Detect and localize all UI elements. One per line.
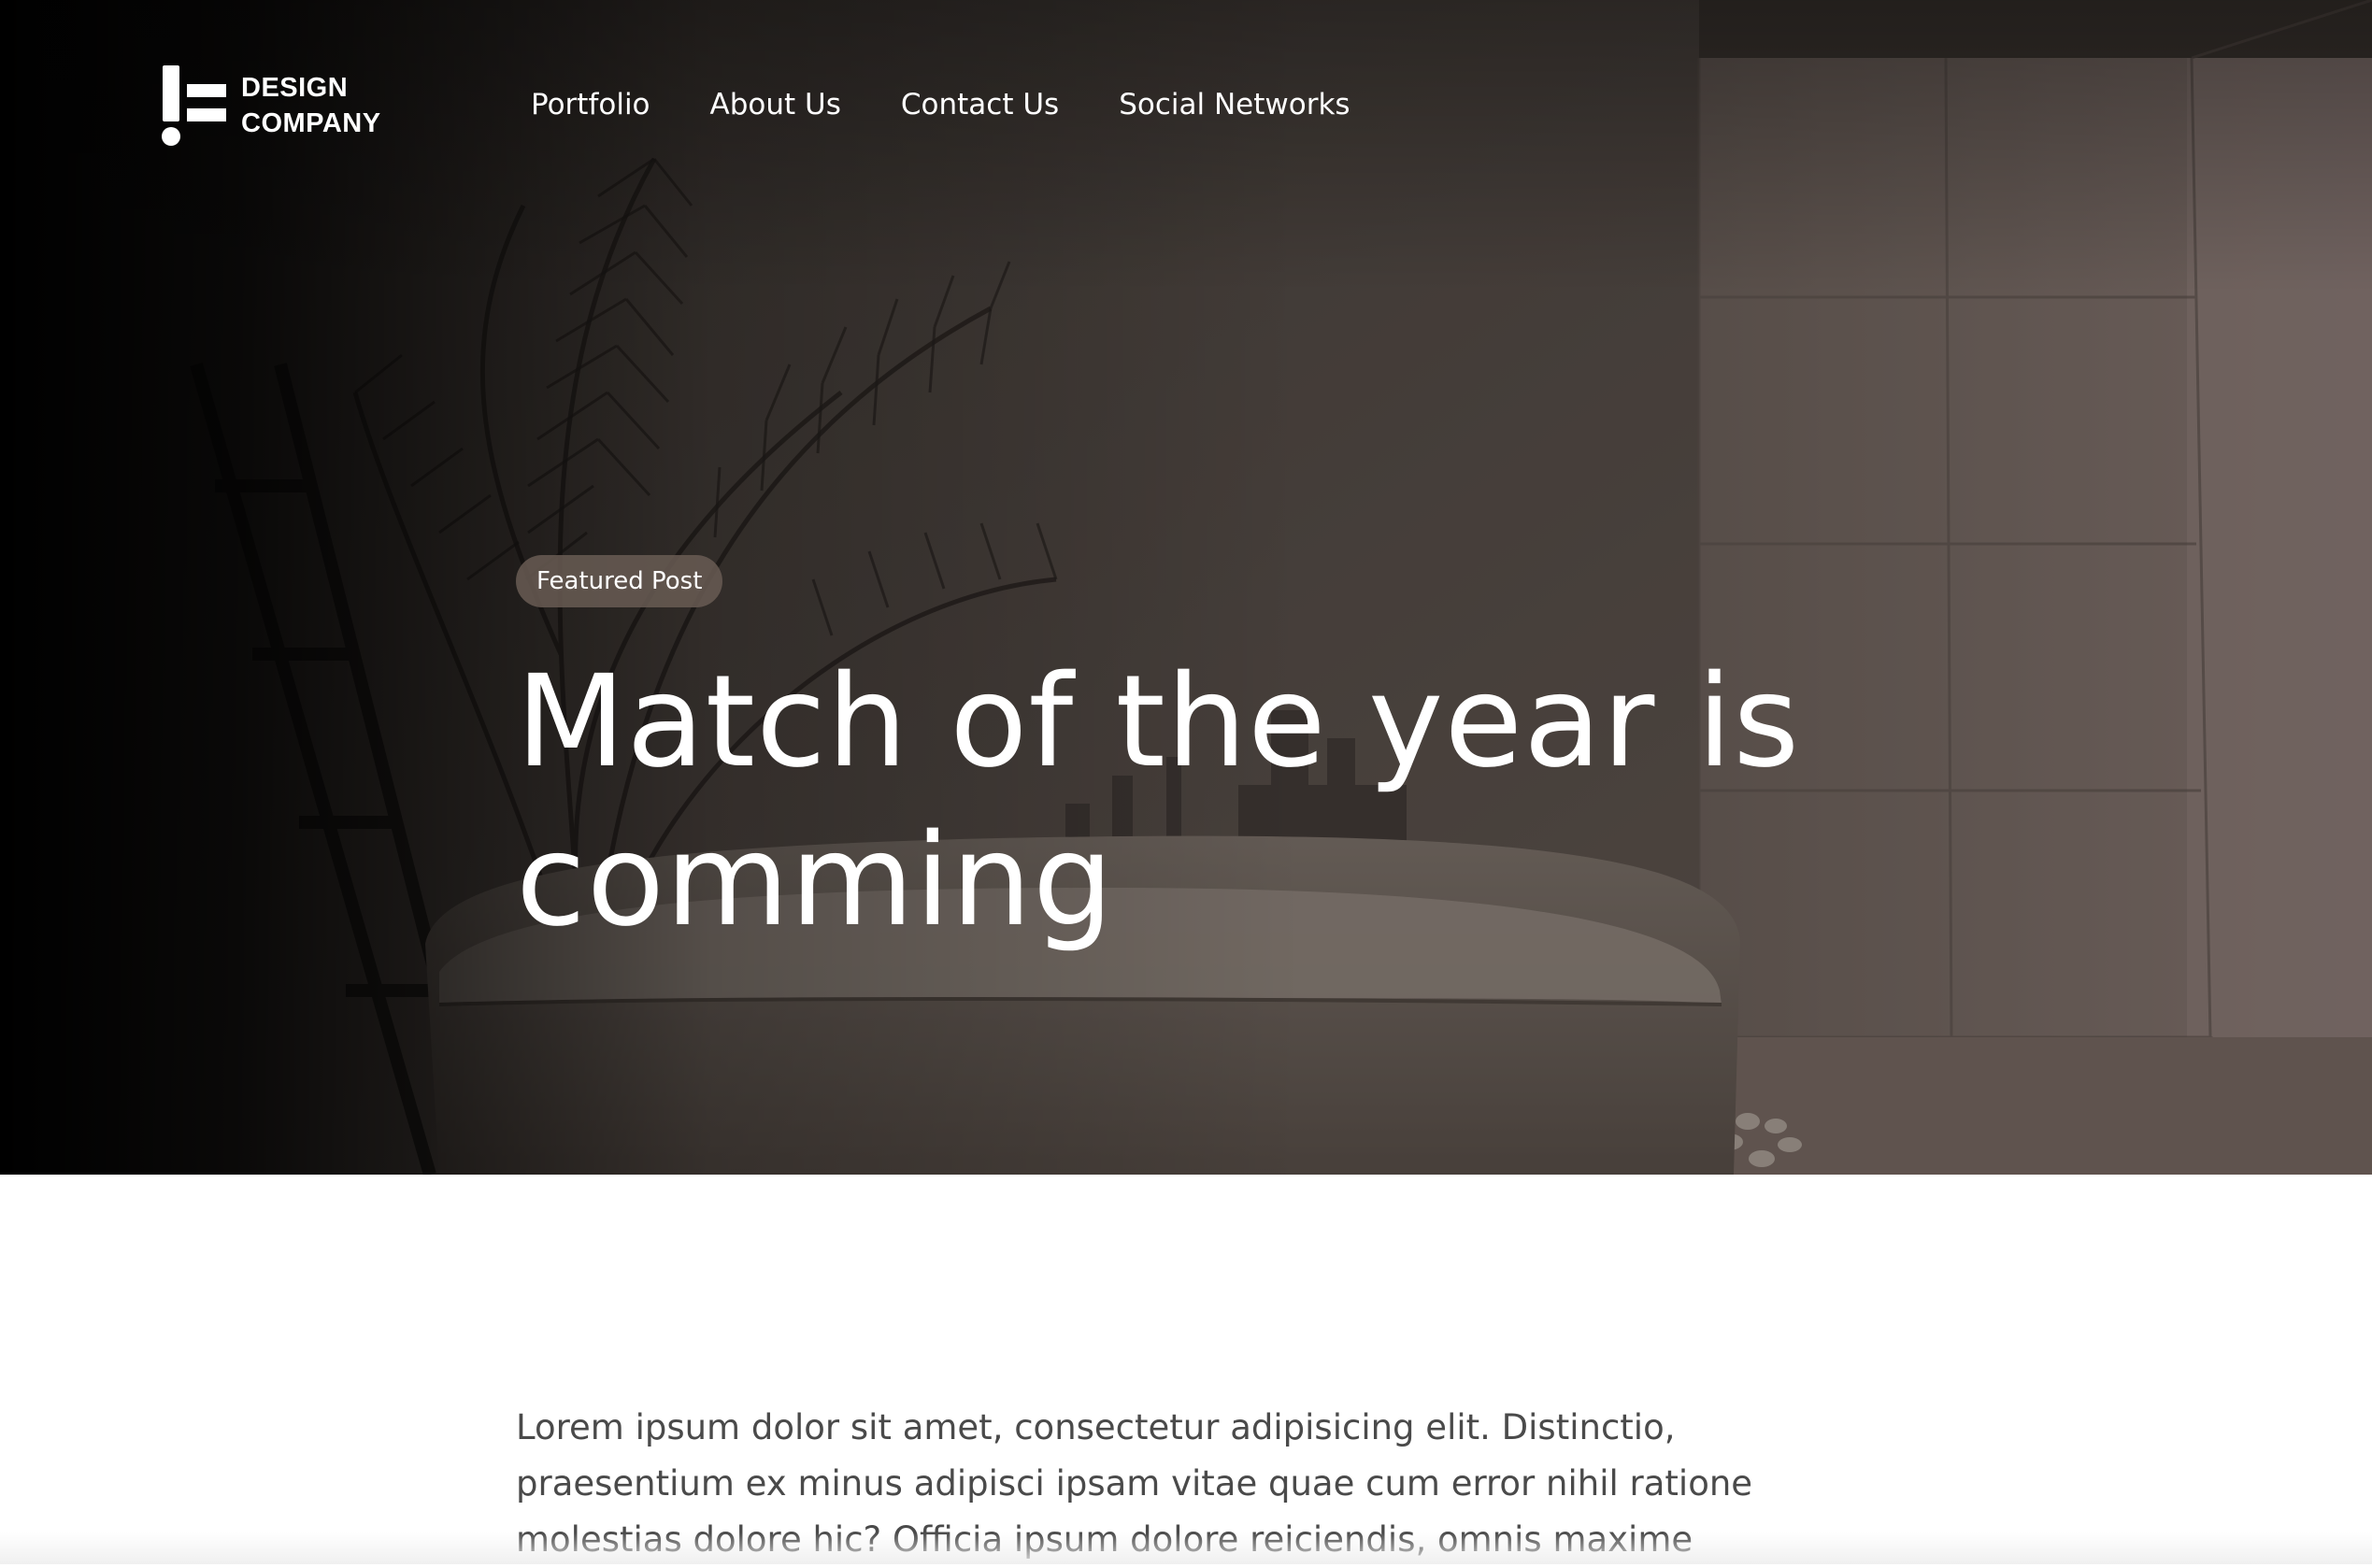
main-navigation: Portfolio About Us Contact Us Social Net… (531, 82, 1350, 127)
nav-item-social-networks[interactable]: Social Networks (1119, 82, 1350, 127)
hero-section: DESIGN COMPANY Portfolio About Us Contac… (0, 0, 2372, 1175)
exclamation-equals-logo-icon (162, 65, 226, 146)
bottom-fade-divider (0, 1532, 2372, 1564)
brand-line-2: COMPANY (241, 108, 381, 138)
hero-background-image (0, 0, 2372, 1175)
featured-post-badge: Featured Post (516, 555, 723, 607)
nav-item-portfolio[interactable]: Portfolio (531, 82, 650, 127)
hero-title: Match of the year is comming (516, 649, 1801, 955)
brand-name: DESIGN COMPANY (241, 70, 381, 141)
brand-logo-link[interactable]: DESIGN COMPANY (159, 65, 381, 146)
nav-item-contact-us[interactable]: Contact Us (901, 82, 1059, 127)
nav-item-about-us[interactable]: About Us (710, 82, 841, 127)
brand-line-1: DESIGN (241, 73, 349, 103)
